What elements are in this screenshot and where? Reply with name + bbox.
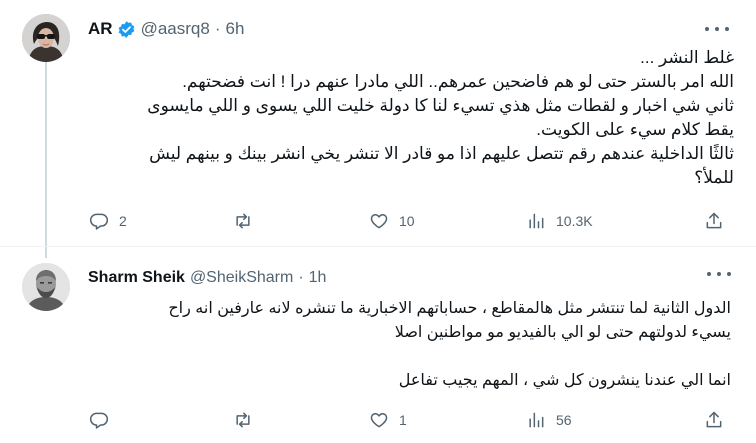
tweet-line: الدول الثانية لما تنتشر مثل هالمقاطع ، ح… <box>168 300 731 317</box>
views-count: 56 <box>556 412 572 428</box>
reply-icon <box>89 412 109 429</box>
tweet-text: الدول الثانية لما تنتشر مثل هالمقاطع ، ح… <box>88 297 731 393</box>
reply-count: 2 <box>119 213 127 229</box>
display-name[interactable]: AR <box>88 19 113 39</box>
share-icon <box>706 212 722 229</box>
tweet-header: Sharm Sheik @SheikSharm · 1h <box>88 269 326 287</box>
tweet-line: يسيء لدولتهم حتى لو الي بالفيديو مو مواط… <box>394 324 731 341</box>
like-count: 10 <box>399 213 415 229</box>
handle[interactable]: @SheikSharm <box>190 269 293 287</box>
tweet-text: غلط النشر ... الله امر بالستر حتى لو هم … <box>88 46 734 190</box>
retweet-button[interactable] <box>233 211 263 231</box>
tweet[interactable]: AR @aasrq8 · 6h غلط النشر ... الله امر ب… <box>0 0 756 246</box>
reply-icon <box>89 213 109 230</box>
like-icon <box>370 413 388 428</box>
action-bar: 1 56 <box>0 405 756 435</box>
tweet-line: ثاني شي اخبار و لقطات مثل هذي تسيء لنا ك… <box>147 96 734 115</box>
like-button[interactable]: 1 <box>369 410 407 430</box>
share-button[interactable] <box>704 211 724 231</box>
tweet-line: يقط كلام سيء على الكويت. <box>536 120 734 139</box>
separator-dot: · <box>214 19 221 38</box>
retweet-button[interactable] <box>233 410 263 430</box>
reply-button[interactable]: 2 <box>89 211 127 231</box>
separator-dot: · <box>298 269 304 286</box>
tweet-line: غلط النشر ... <box>640 48 734 67</box>
avatar[interactable] <box>22 263 70 311</box>
timestamp[interactable]: 1h <box>309 269 327 287</box>
share-icon <box>706 411 722 428</box>
views-icon <box>529 412 544 428</box>
tweet[interactable]: Sharm Sheik @SheikSharm · 1h الدول الثان… <box>0 247 756 443</box>
timestamp[interactable]: 6h <box>225 19 244 39</box>
like-button[interactable]: 10 <box>369 211 415 231</box>
avatar[interactable] <box>22 14 70 62</box>
like-icon <box>370 214 388 229</box>
views-count: 10.3K <box>556 213 593 229</box>
tweet-line: ثالثًا الداخلية عندهم رقم تتصل عليهم اذا… <box>149 144 734 163</box>
action-bar: 2 10 10.3K <box>0 206 756 236</box>
tweet-line: للملأ؟ <box>694 168 734 187</box>
more-icon[interactable] <box>707 269 731 279</box>
retweet-icon <box>236 213 250 229</box>
like-count: 1 <box>399 412 407 428</box>
views-button[interactable]: 56 <box>526 410 572 430</box>
views-button[interactable]: 10.3K <box>526 211 593 231</box>
tweet-header: AR @aasrq8 · 6h <box>88 19 244 39</box>
views-icon <box>529 213 544 229</box>
tweet-line: انما الي عندنا ينشرون كل شي ، المهم يجيب… <box>398 372 731 389</box>
reply-button[interactable] <box>89 410 119 430</box>
verified-badge-icon <box>117 20 136 39</box>
display-name[interactable]: Sharm Sheik <box>88 269 185 287</box>
retweet-icon <box>236 412 250 428</box>
share-button[interactable] <box>704 410 724 430</box>
handle[interactable]: @aasrq8 <box>141 19 210 39</box>
tweet-line: الله امر بالستر حتى لو هم فاضحين عمرهم..… <box>182 72 734 91</box>
more-icon[interactable] <box>705 24 729 34</box>
